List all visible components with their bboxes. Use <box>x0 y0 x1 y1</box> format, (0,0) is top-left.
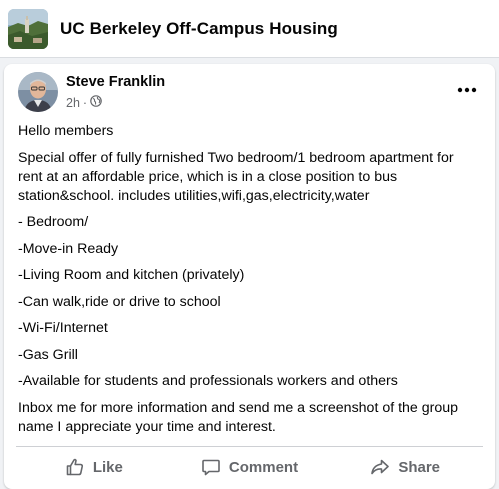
post-line: Special offer of fully furnished Two bed… <box>18 149 454 204</box>
like-button[interactable]: Like <box>16 450 172 484</box>
comment-label: Comment <box>228 458 299 476</box>
group-photo-icon[interactable] <box>8 8 48 49</box>
group-header: UC Berkeley Off-Campus Housing <box>0 0 499 58</box>
thumbs-up-icon <box>65 457 85 477</box>
post-line: Hello members <box>18 123 114 139</box>
share-icon <box>370 457 390 477</box>
post-line: Inbox me for more information and send m… <box>18 399 459 435</box>
comment-button[interactable]: Comment <box>172 450 328 484</box>
share-button[interactable]: Share <box>327 450 483 484</box>
post-line: -Living Room and kitchen (privately) <box>18 267 245 283</box>
post-line: -Gas Grill <box>18 346 78 363</box>
divider <box>16 446 483 447</box>
avatar[interactable] <box>18 72 58 112</box>
post-line: -Available for students and professional… <box>18 373 398 389</box>
post-line: -Move-in Ready <box>18 240 119 257</box>
post-line: - Bedroom/ <box>18 214 89 230</box>
post-card: Steve Franklin 2h · Hello members Specia… <box>4 64 495 489</box>
post-line: -Wi-Fi/Internet <box>18 320 108 336</box>
meta-separator: · <box>82 95 88 110</box>
globe-icon[interactable] <box>90 95 102 110</box>
post-header: Steve Franklin 2h · <box>4 64 495 120</box>
action-bar: Like Comment Share <box>16 450 483 484</box>
comment-icon <box>201 457 221 477</box>
group-name[interactable]: UC Berkeley Off-Campus Housing <box>60 19 338 39</box>
post-time[interactable]: 2h <box>66 96 80 110</box>
share-label: Share <box>398 458 441 476</box>
like-label: Like <box>92 458 123 476</box>
post-meta: 2h · <box>66 95 102 110</box>
author-name[interactable]: Steve Franklin <box>66 74 165 90</box>
more-options-icon[interactable] <box>455 78 479 102</box>
post-text: Hello members Special offer of fully fur… <box>18 122 480 444</box>
post-line: -Can walk,ride or drive to school <box>18 293 221 310</box>
